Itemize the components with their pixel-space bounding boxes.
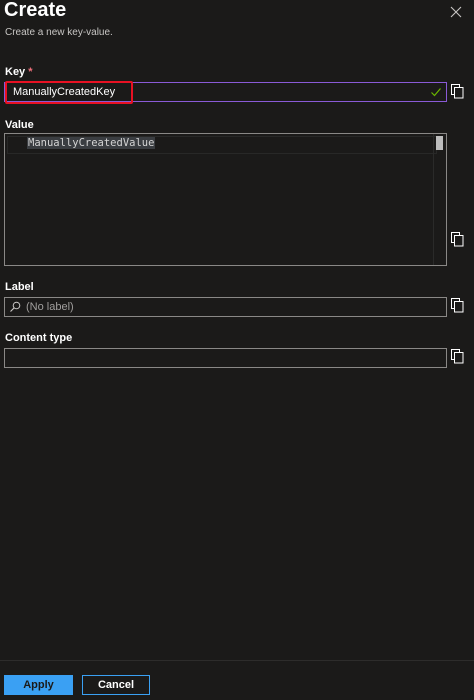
value-scrollbar-thumb[interactable] (436, 136, 443, 150)
label-field-label: Label (5, 281, 34, 293)
key-input-value: ManuallyCreatedKey (13, 86, 116, 98)
search-icon (10, 301, 21, 312)
required-marker: * (28, 66, 33, 78)
footer-bar: Apply Cancel (0, 660, 474, 700)
copy-icon (451, 298, 464, 313)
copy-value-button[interactable] (451, 232, 464, 247)
page-subtitle: Create a new key-value. (5, 27, 113, 38)
copy-icon (451, 84, 464, 99)
copy-label-button[interactable] (451, 298, 464, 313)
value-editor-text: ManuallyCreatedValue (27, 137, 156, 149)
value-editor[interactable]: ManuallyCreatedValue (4, 133, 447, 266)
content-type-input[interactable] (4, 348, 447, 368)
label-placeholder: (No label) (26, 301, 74, 313)
checkmark-icon (431, 88, 441, 97)
key-label-text: Key (5, 66, 26, 78)
key-input[interactable]: ManuallyCreatedKey (4, 82, 447, 102)
copy-content-type-button[interactable] (451, 349, 464, 364)
content-type-label: Content type (5, 332, 73, 344)
create-key-value-panel: Create Create a new key-value. Key * Manu… (0, 0, 474, 700)
key-label: Key * (5, 66, 32, 78)
apply-button[interactable]: Apply (4, 675, 73, 695)
value-label: Value (5, 119, 34, 131)
label-input[interactable]: (No label) (4, 297, 447, 317)
close-button[interactable] (448, 4, 464, 20)
value-scrollbar-track[interactable] (433, 134, 446, 265)
close-icon (450, 6, 462, 18)
copy-key-button[interactable] (451, 84, 464, 99)
copy-icon (451, 349, 464, 364)
copy-icon (451, 232, 464, 247)
cancel-button[interactable]: Cancel (82, 675, 150, 695)
page-title: Create (4, 0, 67, 21)
